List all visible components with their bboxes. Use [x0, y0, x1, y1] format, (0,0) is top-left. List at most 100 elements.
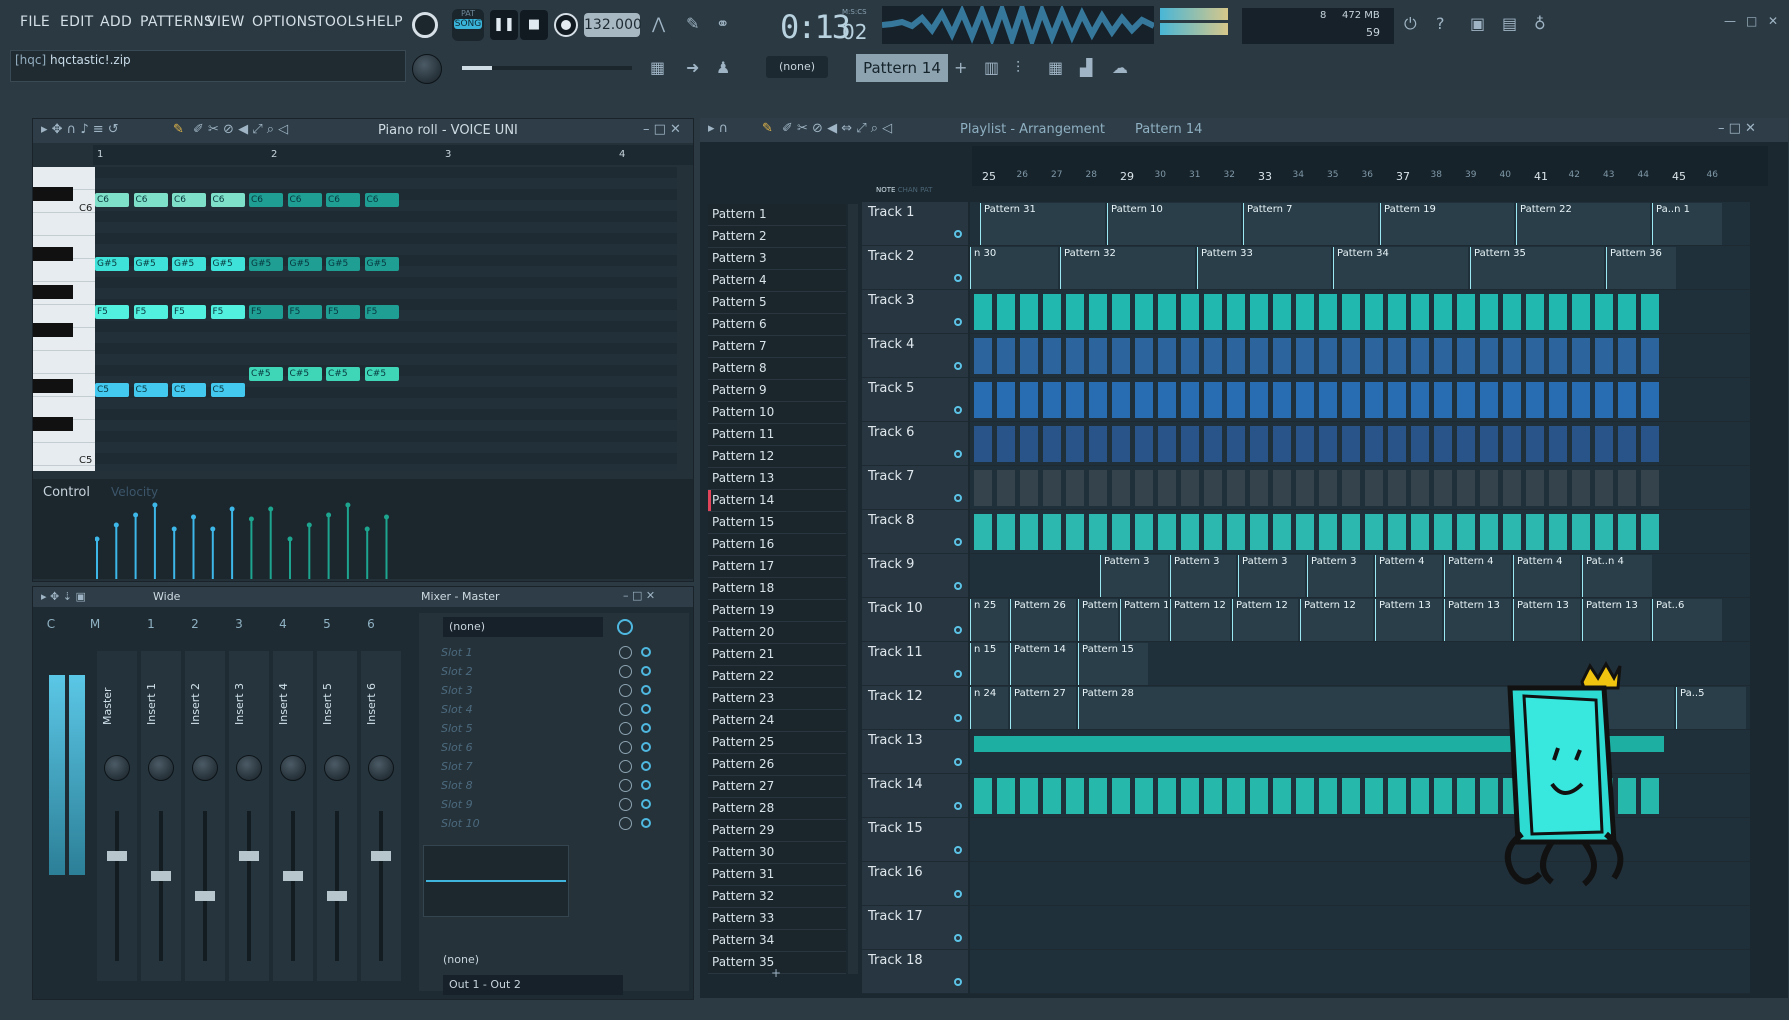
audio-clip-block[interactable]: [1066, 514, 1084, 550]
audio-clip-block[interactable]: [1503, 338, 1521, 374]
audio-clip-block[interactable]: [1158, 514, 1176, 550]
audio-clip-block[interactable]: [1641, 736, 1664, 752]
velocity-dot[interactable]: [229, 506, 235, 512]
playlist-clip[interactable]: Pattern 15: [1078, 643, 1148, 685]
audio-clip-block[interactable]: [1181, 382, 1199, 418]
piano-roll-icon[interactable]: ▟: [1080, 58, 1092, 77]
audio-clip-block[interactable]: [1135, 778, 1153, 814]
track-header[interactable]: Track 8: [862, 510, 968, 554]
note-f5[interactable]: F5: [326, 305, 360, 319]
audio-clip-block[interactable]: [1411, 294, 1429, 330]
audio-clip-block[interactable]: [1572, 338, 1590, 374]
audio-clip-block[interactable]: [1296, 470, 1314, 506]
mixer-tools-icon[interactable]: ▸ ✥ ⇣ ▣: [41, 590, 86, 603]
note-c6[interactable]: C6: [172, 193, 206, 207]
audio-clip-block[interactable]: [1411, 778, 1429, 814]
audio-clip-block[interactable]: [1434, 338, 1452, 374]
audio-clip-block[interactable]: [1250, 382, 1268, 418]
velocity-dot[interactable]: [326, 512, 332, 518]
note-gs5[interactable]: G#5: [326, 257, 360, 271]
playlist-clip[interactable]: n 15: [970, 643, 1008, 685]
track-header[interactable]: Track 15: [862, 818, 968, 862]
pattern-list-item[interactable]: Pattern 18: [708, 578, 846, 600]
audio-clip-block[interactable]: [1618, 294, 1636, 330]
audio-clip-block[interactable]: [1342, 382, 1360, 418]
audio-clip-block[interactable]: [1135, 470, 1153, 506]
note-gs5[interactable]: G#5: [364, 257, 399, 271]
audio-clip-block[interactable]: [1089, 470, 1107, 506]
audio-clip-block[interactable]: [1457, 470, 1475, 506]
track-header[interactable]: Track 9: [862, 554, 968, 598]
note-f5[interactable]: F5: [210, 305, 245, 319]
track-header[interactable]: Track 3: [862, 290, 968, 334]
audio-clip-block[interactable]: [1158, 470, 1176, 506]
playlist-clip[interactable]: Pat..6: [1652, 599, 1722, 641]
playlist-tools-icon[interactable]: ▸ ∩: [708, 121, 728, 136]
audio-clip-block[interactable]: [1227, 778, 1245, 814]
playlist-clip[interactable]: Pat..n 4: [1582, 555, 1652, 597]
audio-clip-block[interactable]: [1480, 514, 1498, 550]
audio-clip-block[interactable]: [997, 470, 1015, 506]
audio-clip-block[interactable]: [1365, 294, 1383, 330]
audio-clip-block[interactable]: [1342, 514, 1360, 550]
menu-tools[interactable]: TOOLS: [316, 14, 365, 30]
fx-slot-enable[interactable]: [641, 780, 651, 790]
playlist-clip[interactable]: Pattern 3: [1100, 555, 1168, 597]
pattern-list-item[interactable]: Pattern 28: [708, 798, 846, 820]
audio-clip-block[interactable]: [1411, 514, 1429, 550]
link-icon[interactable]: ⚭: [716, 14, 729, 33]
audio-clip-block[interactable]: [1043, 426, 1061, 462]
window-controls-icon[interactable]: – □ ✕: [643, 122, 681, 137]
audio-clip-block[interactable]: [1227, 338, 1245, 374]
audio-clip-block[interactable]: [1411, 736, 1434, 752]
audio-clip-block[interactable]: [1342, 778, 1360, 814]
pattern-list-scrollbar[interactable]: [848, 204, 858, 974]
audio-clip-block[interactable]: [1181, 778, 1199, 814]
track-lane[interactable]: Pattern 3 Pattern 3 Pattern 3 Pattern 3 Patt…: [970, 554, 1750, 598]
playlist-clip[interactable]: Pattern 10: [1107, 203, 1241, 245]
audio-clip-block[interactable]: [1273, 470, 1291, 506]
velocity-dot[interactable]: [345, 502, 351, 508]
pattern-list-item[interactable]: Pattern 5: [708, 292, 846, 314]
black-key[interactable]: [33, 417, 73, 431]
volume-fader[interactable]: [283, 871, 303, 881]
audio-clip-block[interactable]: [1549, 514, 1567, 550]
note-c5[interactable]: C5: [133, 383, 168, 397]
audio-clip-block[interactable]: [1181, 736, 1204, 752]
playlist-window-controls-icon[interactable]: – □ ✕: [1718, 121, 1756, 136]
audio-clip-block[interactable]: [997, 294, 1015, 330]
pattern-list-item[interactable]: Pattern 12: [708, 446, 846, 468]
audio-clip-block[interactable]: [974, 382, 992, 418]
audio-clip-block[interactable]: [1365, 338, 1383, 374]
audio-clip-block[interactable]: [1365, 470, 1383, 506]
pattern-list-item[interactable]: Pattern 11: [708, 424, 846, 446]
fx-slot[interactable]: Slot 8: [419, 776, 689, 795]
note-gs5[interactable]: G#5: [172, 257, 206, 271]
velocity-dot[interactable]: [210, 526, 216, 532]
playlist-clip[interactable]: Pattern 26: [1078, 599, 1118, 641]
browser-icon[interactable]: ☁: [1112, 58, 1128, 77]
audio-clip-block[interactable]: [1296, 736, 1319, 752]
track-header[interactable]: Track 16: [862, 862, 968, 906]
mixer-icon[interactable]: ⫶: [1016, 58, 1020, 78]
audio-clip-block[interactable]: [1388, 426, 1406, 462]
menu-file[interactable]: FILE: [20, 14, 50, 30]
render-icon[interactable]: ▤: [1502, 14, 1517, 33]
audio-clip-block[interactable]: [1457, 778, 1475, 814]
record-button[interactable]: [554, 13, 578, 37]
fx-slot-mix-knob[interactable]: [619, 760, 632, 773]
audio-clip-block[interactable]: [974, 426, 992, 462]
audio-clip-block[interactable]: [1641, 778, 1659, 814]
pan-knob[interactable]: [192, 755, 218, 781]
velocity-dot[interactable]: [287, 536, 293, 542]
playlist-clip[interactable]: Pattern 3: [1307, 555, 1373, 597]
audio-clip-block[interactable]: [1135, 736, 1158, 752]
menu-add[interactable]: ADD: [100, 14, 132, 30]
audio-clip-block[interactable]: [1135, 294, 1153, 330]
audio-clip-block[interactable]: [1066, 382, 1084, 418]
playlist-clip[interactable]: n 24: [970, 687, 1008, 729]
pencil-icon[interactable]: ✎: [686, 14, 699, 33]
stop-button[interactable]: ■: [520, 10, 548, 40]
arrow-right-icon[interactable]: ➜: [686, 58, 699, 77]
audio-clip-block[interactable]: [1181, 426, 1199, 462]
